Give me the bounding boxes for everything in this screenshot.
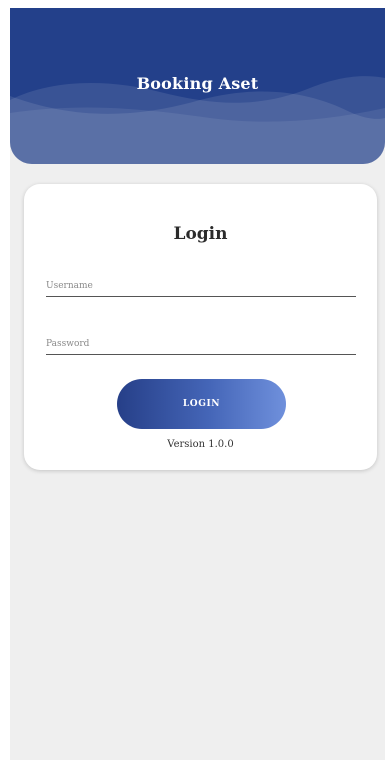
username-input[interactable] [46, 278, 356, 294]
app-screen: Booking Aset Login LOGIN Version 1.0.0 [10, 8, 385, 760]
header-banner: Booking Aset [10, 8, 385, 164]
login-button[interactable]: LOGIN [117, 379, 286, 429]
username-field[interactable] [46, 278, 356, 297]
app-title: Booking Aset [136, 74, 259, 93]
password-field[interactable] [46, 336, 356, 355]
login-title: Login [173, 224, 228, 244]
login-card: Login LOGIN Version 1.0.0 [24, 184, 377, 470]
password-input[interactable] [46, 336, 356, 352]
version-label: Version 1.0.0 [167, 439, 234, 450]
